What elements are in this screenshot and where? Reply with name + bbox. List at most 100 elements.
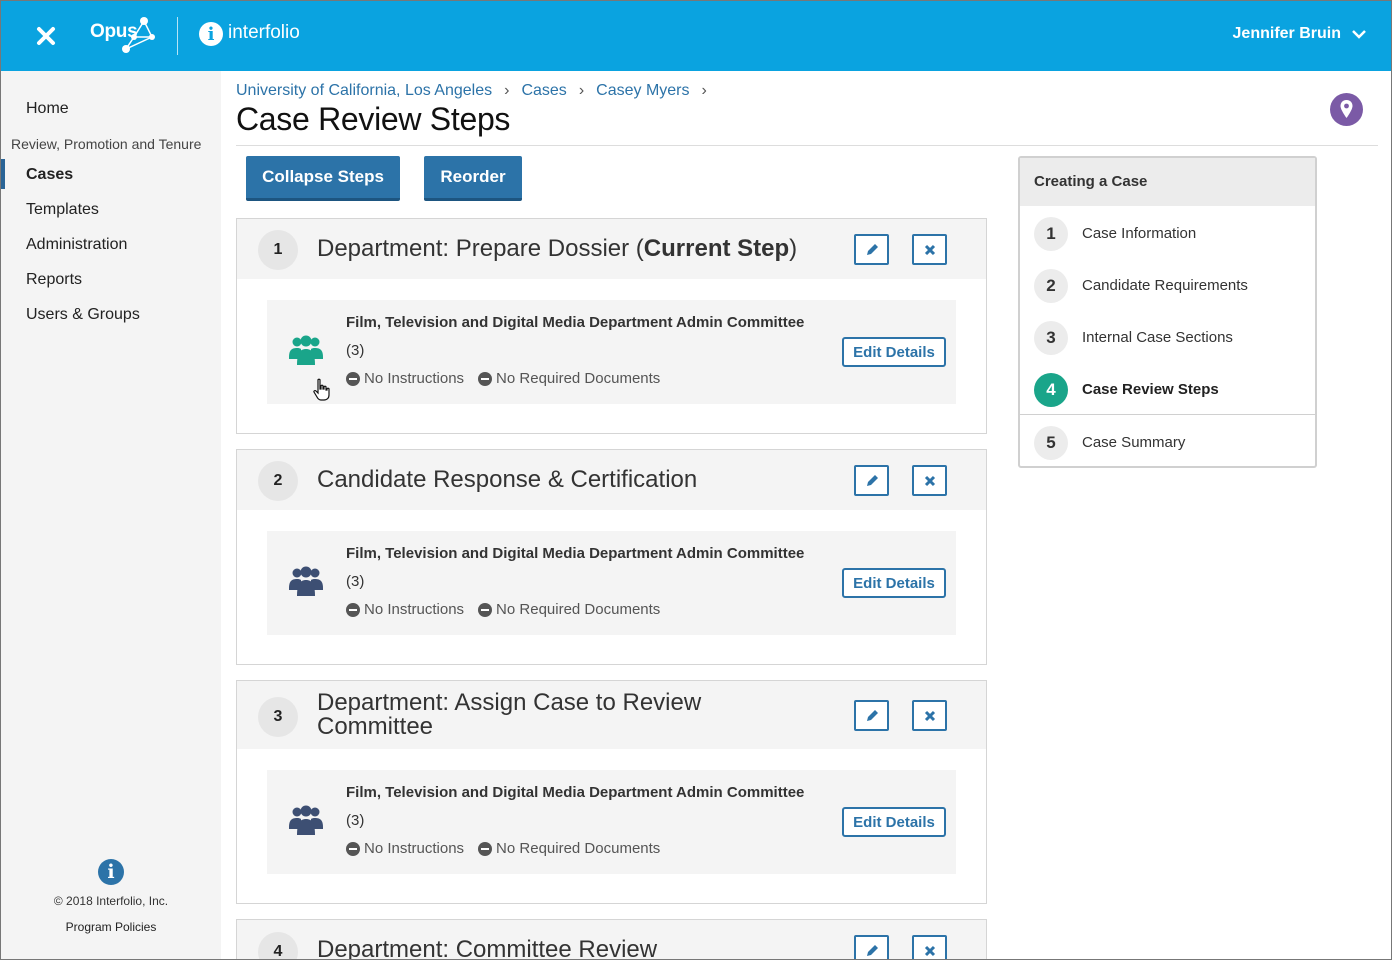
program-policies-link[interactable]: Program Policies	[1, 920, 221, 934]
edit-step-button[interactable]	[854, 935, 889, 959]
group-icon	[289, 566, 323, 596]
page-title: Case Review Steps	[236, 101, 511, 137]
wizard-step-number: 3	[1034, 321, 1068, 355]
wizard-step-label: Candidate Requirements	[1082, 277, 1248, 294]
sidebar-item-users-groups[interactable]: Users & Groups	[26, 306, 140, 324]
chevron-right-icon: ›	[578, 82, 585, 99]
panel-divider	[1020, 414, 1315, 415]
wizard-step-number: 5	[1034, 426, 1068, 460]
pencil-icon	[867, 945, 878, 956]
step-title: Department: Prepare Dossier (Current Ste…	[317, 235, 798, 262]
creating-case-panel: Creating a Case 1 Case Information 2 Can…	[1018, 156, 1317, 468]
wizard-step-number: 4	[1034, 373, 1068, 407]
step-card: 1 Department: Prepare Dossier (Current S…	[236, 218, 987, 434]
delete-step-button[interactable]	[912, 935, 947, 959]
step-number: 1	[258, 230, 298, 270]
step-number: 3	[258, 697, 298, 737]
reorder-button[interactable]: Reorder	[424, 156, 522, 201]
minus-circle-icon	[346, 371, 360, 386]
info-icon[interactable]: i	[98, 859, 124, 885]
user-menu[interactable]: Jennifer Bruin	[1233, 25, 1367, 43]
close-icon[interactable]	[35, 25, 57, 47]
edit-details-button[interactable]: Edit Details	[842, 337, 946, 367]
committee-name: Film, Television and Digital Media Depar…	[346, 784, 805, 801]
close-icon	[924, 244, 936, 256]
minus-circle-icon	[478, 371, 493, 386]
wizard-step-internal-case-sections[interactable]: 3 Internal Case Sections	[1020, 312, 1315, 364]
breadcrumb-university[interactable]: University of California, Los Angeles	[236, 82, 492, 100]
step-card: 2 Candidate Response & Certification Fil…	[236, 449, 987, 665]
wizard-step-case-review-steps[interactable]: 4 Case Review Steps	[1020, 364, 1315, 416]
instructions-status: No Instructions	[364, 370, 465, 387]
wizard-step-number: 1	[1034, 217, 1068, 251]
chevron-right-icon: ›	[701, 82, 707, 99]
step-meta: No Instructions No Required Documents	[346, 370, 660, 387]
step-header: 1 Department: Prepare Dossier (Current S…	[237, 219, 986, 279]
step-header: 4 Department: Committee Review	[237, 920, 986, 960]
title-divider	[236, 145, 1378, 146]
sidebar-section-label: Review, Promotion and Tenure	[11, 136, 202, 152]
panel-header: Creating a Case	[1020, 158, 1315, 206]
step-header: 3 Department: Assign Case to Review Comm…	[237, 681, 986, 749]
current-step-label: Current Step	[643, 235, 790, 262]
edit-step-button[interactable]	[854, 700, 889, 731]
wizard-step-label: Case Review Steps	[1082, 381, 1219, 398]
opus-network-icon	[122, 17, 155, 53]
wizard-step-label: Case Summary	[1082, 434, 1186, 451]
edit-details-button[interactable]: Edit Details	[842, 568, 946, 598]
documents-status: No Required Documents	[496, 840, 661, 857]
committee-count: (3)	[346, 342, 365, 359]
sidebar-item-home[interactable]: Home	[26, 100, 69, 118]
delete-step-button[interactable]	[912, 465, 947, 496]
active-indicator	[1, 159, 5, 189]
wizard-step-candidate-requirements[interactable]: 2 Candidate Requirements	[1020, 260, 1315, 312]
delete-step-button[interactable]	[912, 234, 947, 265]
hand-cursor-icon	[313, 378, 330, 401]
sidebar-item-reports[interactable]: Reports	[26, 271, 82, 289]
sidebar-item-templates[interactable]: Templates	[26, 201, 99, 219]
panel-title: Creating a Case	[1034, 173, 1148, 190]
committee-count: (3)	[346, 812, 365, 829]
location-pin-icon[interactable]	[1330, 93, 1363, 126]
instructions-status: No Instructions	[364, 601, 465, 618]
step-card: 3 Department: Assign Case to Review Comm…	[236, 680, 987, 904]
group-icon	[289, 335, 323, 365]
user-name: Jennifer Bruin	[1232, 25, 1341, 42]
collapse-steps-button[interactable]: Collapse Steps	[246, 156, 400, 201]
interfolio-brand-text: interfolio	[228, 22, 300, 43]
pencil-icon	[867, 710, 878, 721]
wizard-step-case-information[interactable]: 1 Case Information	[1020, 208, 1315, 260]
committee-row: Film, Television and Digital Media Depar…	[267, 531, 956, 635]
close-icon	[924, 475, 936, 487]
sidebar-item-administration[interactable]: Administration	[26, 236, 127, 254]
wizard-step-case-summary[interactable]: 5 Case Summary	[1020, 417, 1315, 469]
delete-step-button[interactable]	[912, 700, 947, 731]
sidebar-item-cases[interactable]: Cases	[26, 166, 73, 184]
close-icon	[924, 945, 936, 957]
step-number: 4	[258, 932, 298, 959]
step-card: 4 Department: Committee Review	[236, 919, 987, 960]
close-icon	[924, 710, 936, 722]
step-title: Candidate Response & Certification	[317, 466, 698, 493]
documents-status: No Required Documents	[496, 370, 661, 387]
step-number: 2	[258, 461, 298, 501]
top-bar: Opus i interfolio Jennifer Bruin	[1, 1, 1391, 71]
committee-count: (3)	[346, 573, 365, 590]
minus-circle-icon	[346, 602, 360, 617]
committee-row: Film, Television and Digital Media Depar…	[267, 300, 956, 404]
step-title: Department: Assign Case to Review Commit…	[317, 689, 702, 740]
group-icon	[289, 805, 323, 835]
chevron-right-icon: ›	[504, 82, 510, 99]
sidebar: Home Review, Promotion and Tenure Cases …	[1, 71, 221, 959]
committee-row: Film, Television and Digital Media Depar…	[267, 770, 956, 874]
wizard-step-label: Case Information	[1082, 225, 1197, 242]
edit-step-button[interactable]	[854, 465, 889, 496]
breadcrumb-cases[interactable]: Cases	[521, 82, 566, 100]
wizard-step-label: Internal Case Sections	[1082, 329, 1233, 346]
breadcrumb-candidate[interactable]: Casey Myers	[596, 82, 689, 100]
step-title: Department: Committee Review	[317, 936, 658, 960]
minus-circle-icon	[478, 602, 493, 617]
edit-details-button[interactable]: Edit Details	[842, 807, 946, 837]
edit-step-button[interactable]	[854, 234, 889, 265]
wizard-step-number: 2	[1034, 269, 1068, 303]
